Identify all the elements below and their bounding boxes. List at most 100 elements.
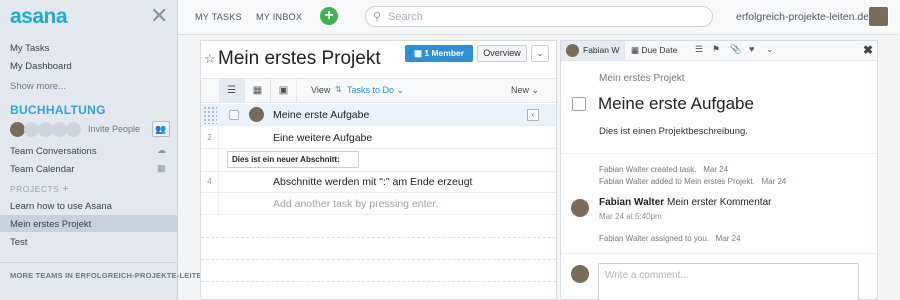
- task-description[interactable]: Dies ist einen Projektbeschreibung.: [599, 126, 748, 137]
- sidebar-project-mein-erstes[interactable]: Mein erstes Projekt: [10, 219, 91, 230]
- empty-row-line: [201, 259, 556, 260]
- new-label: New: [511, 85, 530, 95]
- empty-avatar: [24, 122, 39, 137]
- divider: [561, 153, 877, 154]
- sidebar-show-more[interactable]: Show more...: [10, 81, 66, 92]
- comment-text: Mein erster Kommentar: [666, 197, 772, 208]
- view-label: View: [311, 85, 331, 95]
- comment-time: Mar 24 at 5:40pm: [599, 212, 662, 221]
- due-date-tab[interactable]: ▦ Due Date: [629, 41, 689, 60]
- add-task-row[interactable]: Add another task by pressing enter.: [201, 193, 556, 215]
- assignee-avatar: [566, 44, 579, 57]
- more-teams-link[interactable]: MORE TEAMS IN ERFOLGREICH-PROJEKTE-LEITE…: [10, 271, 209, 280]
- task-name[interactable]: Meine erste Aufgabe: [273, 109, 369, 121]
- sidebar: asana ✕ My Tasks My Dashboard Show more.…: [0, 0, 208, 300]
- view-filter-value: Tasks to Do: [347, 85, 395, 95]
- task-name[interactable]: Eine weitere Aufgabe: [273, 132, 372, 144]
- user-avatar[interactable]: [868, 6, 889, 27]
- task-row[interactable]: Meine erste Aufgabe ‹: [201, 104, 556, 126]
- activity-item: Fabian Walter assigned to you. Mar 24: [599, 234, 741, 243]
- divider: [561, 253, 877, 254]
- nav-my-tasks[interactable]: MY TASKS: [195, 12, 242, 22]
- task-row[interactable]: 2 Eine weitere Aufgabe: [201, 127, 556, 149]
- sidebar-item-my-dashboard[interactable]: My Dashboard: [10, 61, 72, 72]
- team-name[interactable]: BUCHHALTUNG: [10, 103, 106, 117]
- sort-icon[interactable]: ⇅: [335, 85, 342, 94]
- task-toolbar: Fabian W ▦ Due Date ☰ ⚑ 📎 ♥ ⌄ ✖: [561, 41, 877, 61]
- tag-icon[interactable]: ⚑: [712, 44, 720, 55]
- sidebar-item-team-conversations[interactable]: Team Conversations: [10, 146, 97, 157]
- add-task-placeholder[interactable]: Add another task by pressing enter.: [273, 198, 438, 210]
- search-input[interactable]: ⚲ Search: [365, 6, 713, 27]
- task-checkbox[interactable]: [229, 110, 239, 120]
- search-placeholder: Search: [388, 11, 423, 23]
- activity-item: Fabian Walter created task. Mar 24: [599, 165, 729, 174]
- sidebar-header: asana ✕: [0, 0, 177, 34]
- assignee-tab[interactable]: Fabian W: [561, 41, 625, 60]
- row-number: [201, 193, 219, 215]
- row-number: [201, 150, 219, 172]
- search-icon: ⚲: [373, 11, 382, 23]
- current-user-avatar: [571, 265, 589, 283]
- close-sidebar-icon[interactable]: ✕: [150, 5, 168, 27]
- project-title[interactable]: Mein erstes Projekt: [218, 48, 381, 70]
- empty-avatar: [52, 122, 67, 137]
- calendar-view-icon[interactable]: ▦: [245, 79, 271, 102]
- attachment-icon[interactable]: 📎: [730, 44, 741, 55]
- empty-avatar: [66, 122, 81, 137]
- add-project-icon[interactable]: +: [62, 183, 69, 195]
- comment: Fabian Walter Mein erster Kommentar: [599, 197, 771, 208]
- close-icon[interactable]: ✖: [863, 43, 873, 57]
- nav-my-inbox[interactable]: MY INBOX: [256, 12, 302, 22]
- sidebar-project-test[interactable]: Test: [10, 237, 27, 248]
- subtasks-icon[interactable]: ☰: [695, 44, 703, 55]
- conversations-icon[interactable]: ☁: [157, 145, 166, 156]
- invite-people-link[interactable]: Invite People: [88, 124, 140, 134]
- task-detail-pane: Fabian W ▦ Due Date ☰ ⚑ 📎 ♥ ⌄ ✖ Mein ers…: [560, 40, 878, 300]
- drag-handle[interactable]: [201, 104, 219, 126]
- due-date-label: Due Date: [641, 45, 678, 55]
- empty-avatar: [38, 122, 53, 137]
- row-number: 4: [201, 171, 219, 193]
- members-button-label: 1 Member: [424, 48, 465, 58]
- projects-heading: PROJECTS +: [10, 183, 70, 195]
- calendar-icon[interactable]: ▦: [157, 163, 166, 174]
- chevron-down-icon[interactable]: ⌄: [766, 44, 774, 55]
- task-title[interactable]: Meine erste Aufgabe: [598, 94, 754, 114]
- sidebar-project-learn[interactable]: Learn how to use Asana: [10, 201, 112, 212]
- members-button[interactable]: ▦ 1 Member: [405, 45, 473, 62]
- sidebar-item-my-tasks[interactable]: My Tasks: [10, 43, 49, 54]
- assignee-name: Fabian W: [583, 45, 620, 55]
- quick-add-button[interactable]: +: [320, 7, 338, 25]
- files-view-icon[interactable]: ▣: [271, 79, 297, 102]
- task-row[interactable]: 4 Abschnitte werden mit ":" am Ende erze…: [201, 171, 556, 193]
- chevron-down-icon[interactable]: ⌄: [531, 45, 549, 62]
- add-people-icon[interactable]: 👥: [152, 121, 170, 137]
- view-filter-dropdown[interactable]: Tasks to Do ⌄: [347, 85, 404, 96]
- member-avatar[interactable]: [10, 122, 25, 137]
- comment-input[interactable]: Write a comment...: [598, 263, 859, 300]
- row-number: 2: [201, 127, 219, 149]
- comment-author[interactable]: Fabian Walter: [599, 197, 664, 208]
- task-complete-checkbox[interactable]: [572, 97, 586, 111]
- workspace-name[interactable]: erfolgreich-projekte-leiten.de: [736, 11, 869, 23]
- overview-button[interactable]: Overview: [477, 45, 527, 62]
- comment-avatar[interactable]: [571, 199, 589, 217]
- new-dropdown[interactable]: New ⌄: [511, 85, 539, 96]
- project-pane: ☆ Mein erstes Projekt ▦ 1 Member Overvie…: [200, 40, 557, 300]
- task-name[interactable]: Abschnitte werden mit ":" am Ende erzeug…: [273, 176, 472, 188]
- project-header: ☆ Mein erstes Projekt ▦ 1 Member Overvie…: [201, 41, 556, 79]
- empty-row-line: [201, 281, 556, 282]
- assignee-avatar[interactable]: [249, 107, 264, 122]
- team-members: Invite People 👥: [10, 120, 170, 138]
- task-project-link[interactable]: Mein erstes Projekt: [599, 73, 685, 84]
- activity-item: Fabian Walter added to Mein erstes Proje…: [599, 177, 787, 186]
- list-view-icon[interactable]: ☰: [219, 79, 245, 102]
- chevron-left-icon[interactable]: ‹: [527, 109, 539, 121]
- asana-logo[interactable]: asana: [10, 5, 68, 29]
- star-icon[interactable]: ☆: [204, 51, 216, 67]
- top-bar: MY TASKS MY INBOX + ⚲ Search erfolgreich…: [178, 0, 900, 35]
- sidebar-item-team-calendar[interactable]: Team Calendar: [10, 164, 74, 175]
- section-name-input[interactable]: Dies ist ein neuer Abschnitt:: [227, 151, 359, 168]
- heart-icon[interactable]: ♥: [749, 44, 754, 54]
